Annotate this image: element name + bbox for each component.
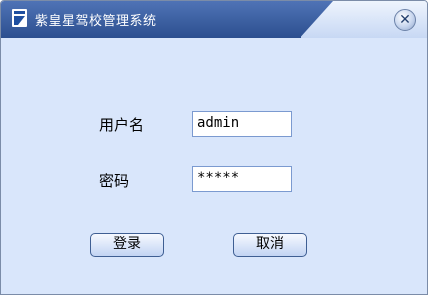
password-label: 密码 <box>99 172 130 190</box>
cancel-button[interactable]: 取消 <box>233 233 307 257</box>
app-logo-icon <box>12 9 27 27</box>
title-bar: 紫皇星驾校管理系统 ✕ <box>1 1 427 38</box>
close-icon: ✕ <box>399 12 411 28</box>
password-input[interactable]: ***** <box>192 166 292 192</box>
username-input[interactable]: admin <box>192 111 292 137</box>
close-button[interactable]: ✕ <box>394 9 416 31</box>
window-title: 紫皇星驾校管理系统 <box>35 14 157 29</box>
login-window: 紫皇星驾校管理系统 ✕ 用户名 admin 密码 ***** 登录 取消 <box>0 0 428 295</box>
login-button[interactable]: 登录 <box>90 233 164 257</box>
username-label: 用户名 <box>99 116 145 134</box>
